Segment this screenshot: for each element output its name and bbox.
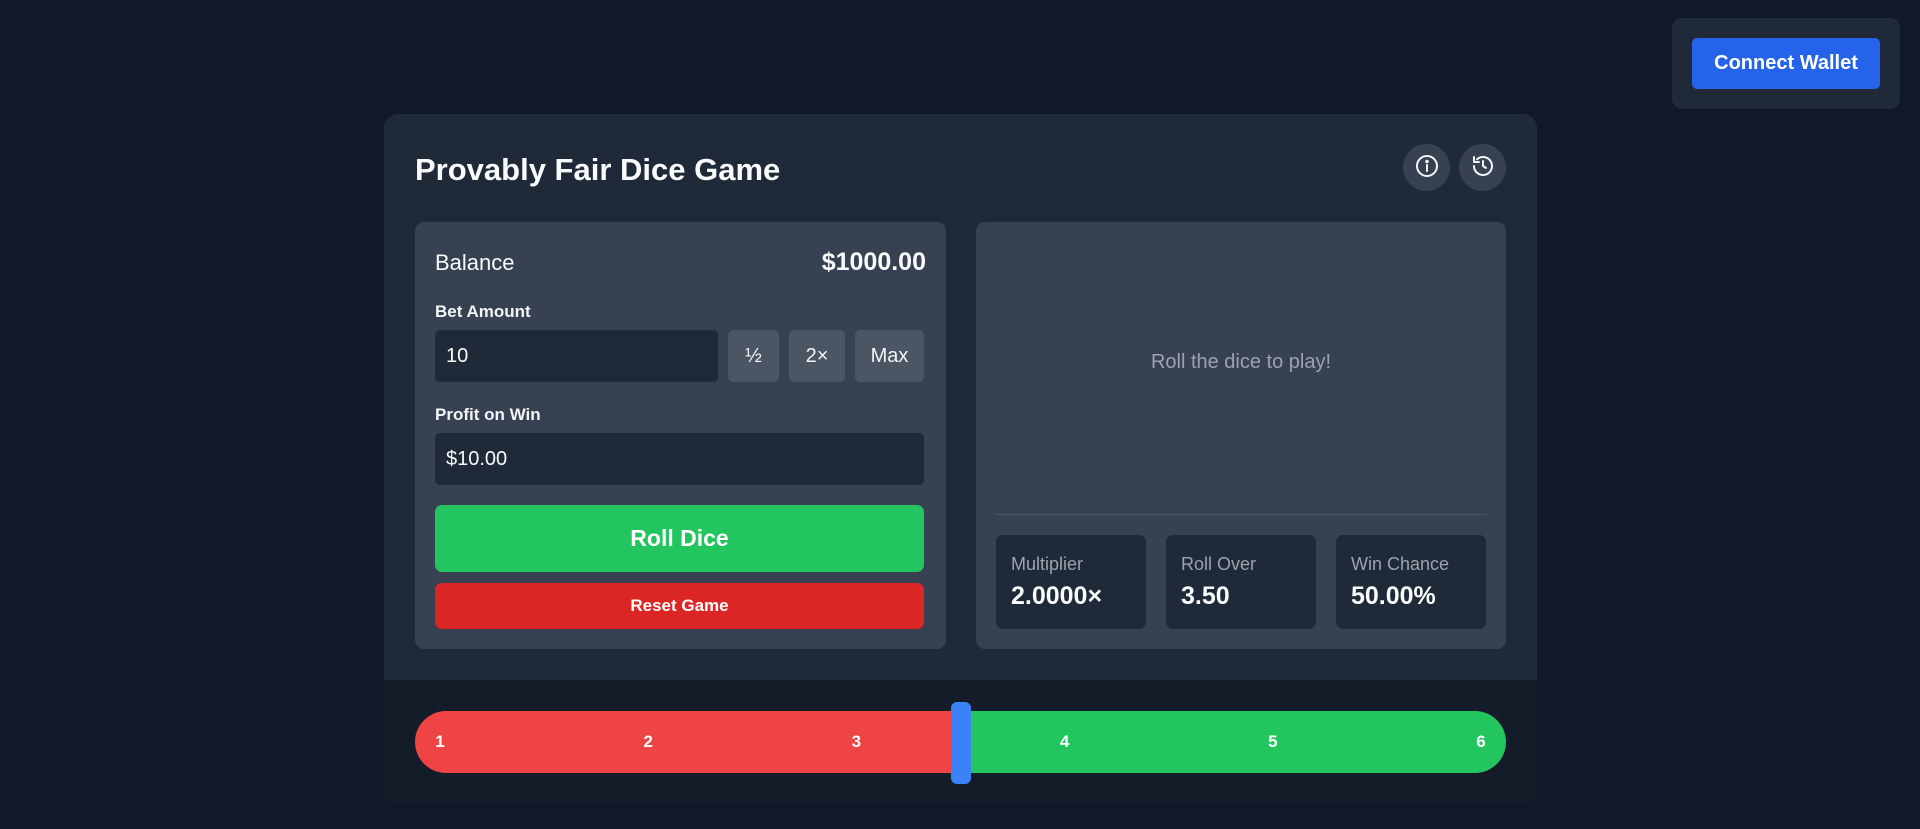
double-bet-button[interactable]: 2× <box>789 330 845 382</box>
wallet-panel: Connect Wallet <box>1672 18 1900 109</box>
multiplier-stat: Multiplier 2.0000× <box>996 535 1146 629</box>
divider <box>996 514 1486 515</box>
max-bet-button[interactable]: Max <box>855 330 924 382</box>
history-icon <box>1471 154 1495 181</box>
slider-tick: 6 <box>1476 732 1486 751</box>
result-panel: Roll the dice to play! Multiplier 2.0000… <box>976 222 1506 649</box>
dice-game-card: Provably Fair Dice Game Balance $1000.00… <box>384 114 1537 803</box>
stat-label: Roll Over <box>1181 554 1257 574</box>
roll-over-stat: Roll Over 3.50 <box>1166 535 1316 629</box>
slider-tick: 1 <box>435 732 445 751</box>
slider-section: 1 2 3 4 5 6 <box>384 680 1537 803</box>
slider-tick: 5 <box>1268 732 1278 751</box>
roll-placeholder-text: Roll the dice to play! <box>1150 351 1332 373</box>
win-range <box>960 711 1506 773</box>
stat-label: Multiplier <box>1011 554 1084 574</box>
win-chance-stat: Win Chance 50.00% <box>1336 535 1486 629</box>
bet-amount-input[interactable] <box>435 330 718 382</box>
stat-value: 2.0000× <box>1011 582 1103 610</box>
history-button[interactable] <box>1459 144 1506 191</box>
slider-handle[interactable] <box>950 702 971 784</box>
half-bet-button[interactable]: ½ <box>728 330 779 382</box>
lose-range <box>415 711 961 773</box>
slider-tick: 3 <box>851 732 862 751</box>
stat-label: Win Chance <box>1351 554 1450 574</box>
stat-value: 3.50 <box>1181 582 1230 610</box>
reset-game-button[interactable]: Reset Game <box>435 583 924 629</box>
info-icon <box>1415 154 1439 181</box>
bet-amount-label: Bet Amount <box>435 302 531 321</box>
slider-tick: 4 <box>1059 732 1070 751</box>
connect-wallet-button[interactable]: Connect Wallet <box>1692 38 1880 89</box>
profit-label: Profit on Win <box>435 405 541 424</box>
profit-on-win-field <box>435 433 924 485</box>
balance-label: Balance <box>435 250 515 275</box>
slider-tick: 2 <box>643 732 653 751</box>
stat-value: 50.00% <box>1351 582 1436 610</box>
roll-dice-button[interactable]: Roll Dice <box>435 505 924 572</box>
info-button[interactable] <box>1403 144 1450 191</box>
page-title: Provably Fair Dice Game <box>415 152 781 187</box>
bet-controls-panel: Balance $1000.00 Bet Amount ½ 2× Max Pro… <box>415 222 946 649</box>
balance-value: $1000.00 <box>821 248 926 276</box>
